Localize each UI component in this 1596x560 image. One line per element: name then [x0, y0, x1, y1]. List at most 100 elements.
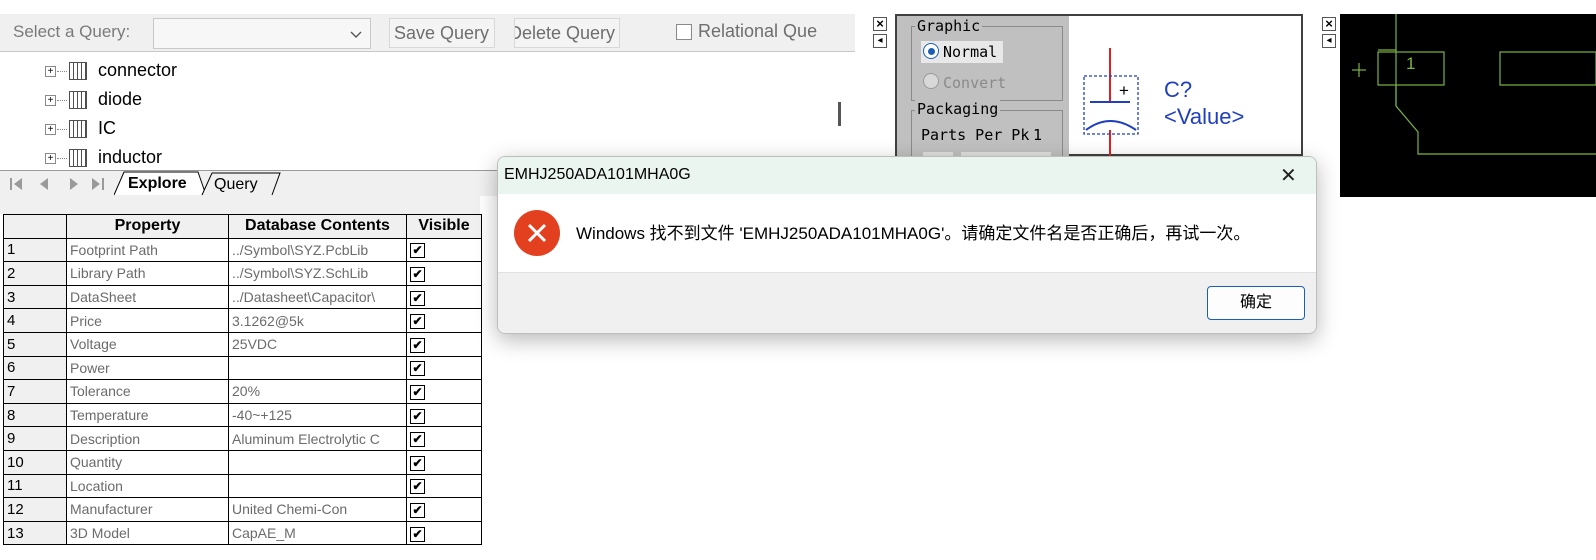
table-icon: [69, 149, 87, 167]
pin-panel-icon[interactable]: ◂: [1322, 34, 1336, 48]
dialog-message: Windows 找不到文件 'EMHJ250ADA101MHA0G'。请确定文件…: [576, 224, 1251, 243]
table-icon: [69, 120, 87, 138]
visible-checkbox[interactable]: ✔: [410, 479, 425, 495]
error-icon: [514, 210, 560, 256]
database-contents-cell[interactable]: Aluminum Electrolytic C: [228, 426, 407, 451]
visible-checkbox[interactable]: ✔: [410, 455, 425, 471]
table-icon: [69, 62, 87, 80]
pin-panel-icon[interactable]: ◂: [873, 34, 887, 48]
visible-checkbox[interactable]: ✔: [410, 526, 425, 542]
tree-item-ic[interactable]: + IC: [0, 114, 840, 143]
tree-item-connector[interactable]: + connector: [0, 56, 840, 85]
visible-checkbox[interactable]: ✔: [410, 432, 425, 448]
table-row[interactable]: 10 Quantity ✔: [3, 449, 482, 475]
database-contents-cell[interactable]: ../Symbol\SYZ.PcbLib: [228, 237, 407, 263]
query-select[interactable]: [153, 18, 371, 49]
visible-checkbox[interactable]: ✔: [410, 290, 425, 306]
table-row[interactable]: 9 Description Aluminum Electrolytic C ✔: [3, 426, 482, 451]
table-row[interactable]: 12 Manufacturer United Chemi-Con ✔: [3, 497, 482, 522]
property-name-cell: Location: [66, 473, 229, 499]
row-number: 1: [3, 237, 67, 263]
database-contents-cell[interactable]: CapAE_M: [228, 520, 407, 546]
query-toolbar: Select a Query: Save Query Delete Query …: [0, 14, 855, 52]
database-contents-cell[interactable]: ../Datasheet\Capacitor\: [228, 284, 407, 310]
table-row[interactable]: 1 Footprint Path ../Symbol\SYZ.PcbLib ✔: [3, 237, 482, 263]
visible-checkbox[interactable]: ✔: [410, 243, 425, 259]
expand-icon[interactable]: +: [45, 153, 56, 164]
delete-query-button[interactable]: Delete Query: [514, 18, 620, 48]
normal-radio[interactable]: [923, 43, 939, 59]
visible-checkbox[interactable]: ✔: [410, 384, 425, 400]
category-tree: + connector + diode + IC + inductor: [0, 54, 855, 170]
dialog-close-button[interactable]: ✕: [1280, 163, 1297, 188]
table-row[interactable]: 8 Temperature -40~+125 ✔: [3, 402, 482, 428]
table-row[interactable]: 2 Library Path ../Symbol\SYZ.SchLib ✔: [3, 261, 482, 286]
visible-cell: ✔: [406, 284, 482, 310]
designator-text: C?: [1164, 77, 1193, 102]
table-row[interactable]: 6 Power ✔: [3, 355, 482, 381]
tree-item-label: IC: [98, 118, 116, 138]
table-row[interactable]: 13 3D Model CapAE_M ✔: [3, 520, 482, 546]
visible-checkbox[interactable]: ✔: [410, 408, 425, 424]
ok-button[interactable]: 确定: [1207, 286, 1305, 320]
expand-icon[interactable]: +: [45, 95, 56, 106]
property-name-cell: Footprint Path: [66, 237, 229, 263]
property-name-cell: 3D Model: [66, 520, 229, 546]
visible-checkbox[interactable]: ✔: [410, 266, 425, 282]
column-header-visible[interactable]: Visible: [406, 214, 482, 239]
tab-query[interactable]: Query: [214, 176, 258, 194]
visible-cell: ✔: [406, 379, 482, 404]
row-number: 8: [3, 402, 67, 428]
dialog-titlebar[interactable]: EMHJ250ADA101MHA0G ✕: [498, 157, 1316, 194]
visible-cell: ✔: [406, 497, 482, 522]
convert-radio[interactable]: [923, 73, 939, 89]
visible-cell: ✔: [406, 473, 482, 499]
property-grid: Property Database Contents Visible 1 Foot…: [3, 214, 482, 546]
error-dialog: EMHJ250ADA101MHA0G ✕ Windows 找不到文件 'EMHJ…: [497, 156, 1317, 334]
convert-radio-label: Convert: [943, 74, 1007, 92]
table-row[interactable]: 7 Tolerance 20% ✔: [3, 379, 482, 404]
column-header-property[interactable]: Property: [66, 214, 229, 239]
relational-query-checkbox[interactable]: [676, 24, 692, 40]
close-panel-icon[interactable]: ×: [1322, 17, 1336, 31]
visible-cell: ✔: [406, 402, 482, 428]
visible-checkbox[interactable]: ✔: [410, 337, 425, 353]
database-contents-cell[interactable]: ../Symbol\SYZ.SchLib: [228, 261, 407, 286]
parts-per-package-value[interactable]: 1: [1033, 126, 1042, 144]
row-number: 10: [3, 449, 67, 475]
tree-scrollbar-thumb[interactable]: [838, 102, 841, 126]
expand-icon[interactable]: +: [45, 124, 56, 135]
property-name-cell: DataSheet: [66, 284, 229, 310]
row-number: 9: [3, 426, 67, 451]
column-header-database-contents[interactable]: Database Contents: [228, 214, 407, 239]
footprint-graphic: [1352, 14, 1596, 155]
table-row[interactable]: 3 DataSheet ../Datasheet\Capacitor\ ✔: [3, 284, 482, 310]
tab-explore[interactable]: Explore: [128, 175, 187, 193]
property-name-cell: Library Path: [66, 261, 229, 286]
visible-cell: ✔: [406, 237, 482, 263]
table-row[interactable]: 5 Voltage 25VDC ✔: [3, 331, 482, 357]
visible-checkbox[interactable]: ✔: [410, 314, 425, 330]
visible-checkbox[interactable]: ✔: [410, 361, 425, 377]
expand-icon[interactable]: +: [45, 66, 56, 77]
table-row[interactable]: 11 Location ✔: [3, 473, 482, 499]
tree-item-diode[interactable]: + diode: [0, 85, 840, 114]
save-query-button[interactable]: Save Query: [389, 18, 495, 48]
table-icon: [69, 91, 87, 109]
database-contents-cell[interactable]: 25VDC: [228, 331, 407, 357]
database-contents-cell[interactable]: [228, 355, 407, 381]
property-name-cell: Description: [66, 426, 229, 451]
close-panel-icon[interactable]: ×: [873, 17, 887, 31]
database-contents-cell[interactable]: 20%: [228, 379, 407, 404]
packaging-group-label: Packaging: [915, 100, 1001, 118]
database-contents-cell[interactable]: -40~+125: [228, 402, 407, 428]
visible-checkbox[interactable]: ✔: [410, 502, 425, 518]
database-contents-cell[interactable]: [228, 449, 407, 475]
database-contents-cell[interactable]: 3.1262@5k: [228, 308, 407, 333]
database-contents-cell[interactable]: [228, 473, 407, 499]
table-row[interactable]: 4 Price 3.1262@5k ✔: [3, 308, 482, 333]
property-name-cell: Tolerance: [66, 379, 229, 404]
polarity-plus: +: [1119, 81, 1129, 100]
database-contents-cell[interactable]: United Chemi-Con: [228, 497, 407, 522]
value-text: <Value>: [1164, 104, 1245, 129]
